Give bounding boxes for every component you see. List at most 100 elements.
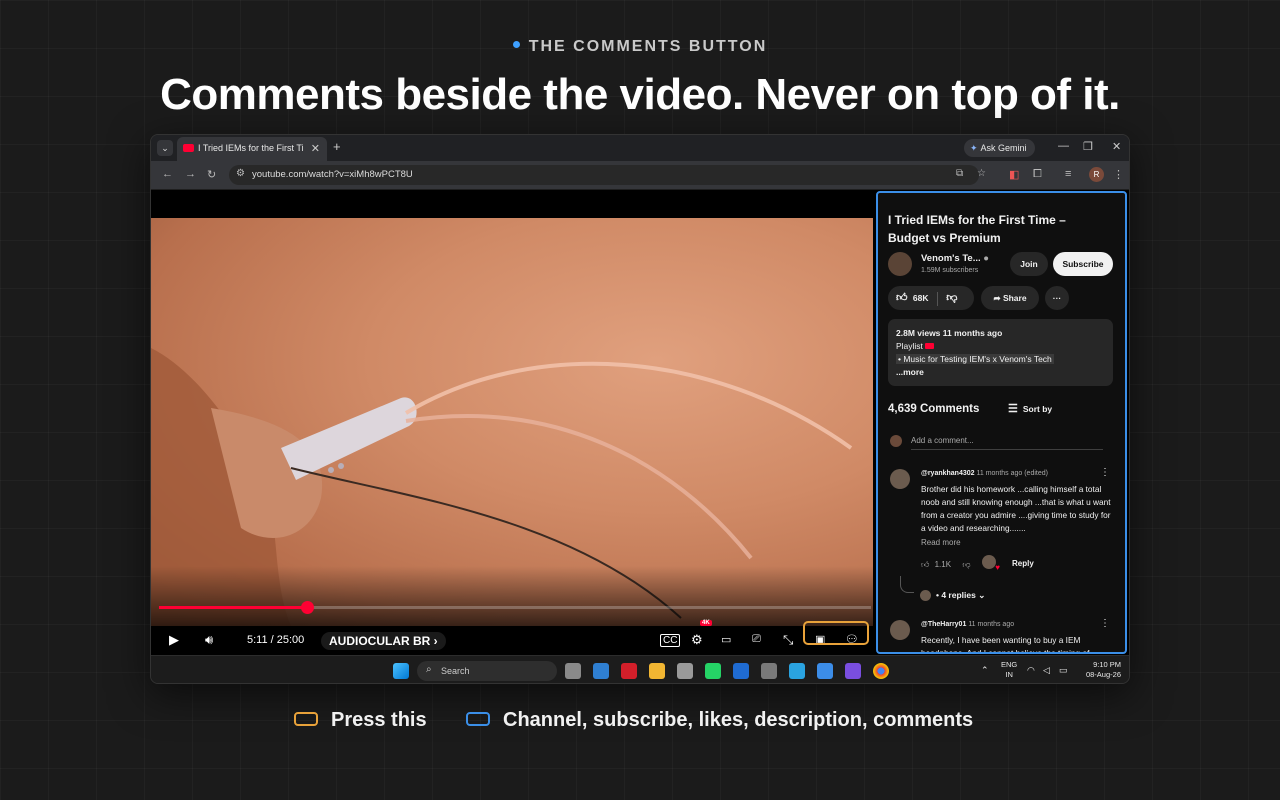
settings-gear-icon[interactable]: ⚙	[691, 632, 703, 648]
view-stats: 2.8M views 11 months ago	[896, 328, 1003, 338]
comment-text: Brother did his homework ...calling hims…	[921, 484, 1111, 533]
clock[interactable]: 9:10 PM 08-Aug-26	[1081, 660, 1121, 680]
speaker-icon[interactable]: ◁	[1043, 665, 1050, 675]
youtube-favicon-icon	[183, 144, 194, 152]
chapter-button[interactable]: AUDIOCULAR BR ›	[321, 632, 446, 650]
clock-date: 08-Aug-26	[1085, 670, 1121, 679]
legend-press-label: Press this	[331, 709, 427, 731]
comment-menu-icon[interactable]: ⋮	[1100, 618, 1110, 629]
eyebrow: THE COMMENTS BUTTON	[0, 38, 1280, 56]
comment-username[interactable]: @TheHarry01	[921, 621, 966, 628]
like-dislike-group: 👍︎ 68K 👎︎	[888, 286, 974, 310]
comment-like-icon[interactable]: 👍︎	[921, 560, 929, 569]
chrome-icon[interactable]	[873, 663, 889, 679]
extension-icon[interactable]: ◧	[1009, 168, 1019, 181]
playlist-link[interactable]: • Music for Testing IEM's x Venom's Tech	[896, 354, 1054, 364]
file-explorer-icon[interactable]	[649, 663, 665, 679]
close-window-button[interactable]: ✕	[1112, 140, 1121, 153]
battery-icon[interactable]: ▭	[1059, 665, 1068, 675]
minimize-button[interactable]: —	[1058, 140, 1069, 152]
open-in-app-icon[interactable]: ⧉	[956, 168, 963, 179]
comment-username[interactable]: @ryankhan4302	[921, 470, 975, 477]
maximize-button[interactable]: ❐	[1083, 140, 1093, 153]
description-more[interactable]: ...more	[896, 367, 924, 377]
progress-scrubber[interactable]	[301, 601, 315, 614]
widgets-icon[interactable]	[593, 663, 609, 679]
tab-youtube[interactable]: I Tried IEMs for the First Time – ✕	[177, 137, 327, 161]
site-info-icon[interactable]: ⚙	[236, 168, 245, 179]
app-l-icon[interactable]	[621, 663, 637, 679]
reload-button[interactable]: ↻	[207, 168, 216, 181]
cast-icon[interactable]: ⎚	[752, 633, 761, 646]
edge-icon[interactable]	[733, 663, 749, 679]
extensions-puzzle-icon[interactable]: ⧠	[1033, 168, 1042, 181]
browser-menu-icon[interactable]: ⋮	[1113, 168, 1124, 181]
notepad-icon[interactable]	[817, 663, 833, 679]
telegram-icon[interactable]	[789, 663, 805, 679]
fullscreen-icon[interactable]: ⤡	[783, 632, 793, 648]
reading-list-icon[interactable]: ≡	[1065, 168, 1071, 180]
controls-gradient	[151, 566, 873, 626]
forward-button[interactable]: →	[185, 168, 196, 180]
thumbs-down-icon[interactable]: 👎︎	[946, 292, 957, 304]
taskbar-search[interactable]: ⌕ Search	[417, 661, 557, 681]
start-button-icon[interactable]	[393, 663, 409, 679]
whatsapp-icon[interactable]	[705, 663, 721, 679]
back-button[interactable]: ←	[162, 168, 173, 180]
video-frame[interactable]	[151, 218, 873, 626]
app-icon[interactable]	[677, 663, 693, 679]
comments-side-panel: I Tried IEMs for the First Time – Budget…	[876, 191, 1127, 654]
comment-meta: 11 months ago (edited)	[976, 470, 1048, 477]
reply-button[interactable]: Reply	[1012, 559, 1034, 568]
current-user-avatar	[890, 435, 902, 447]
commenter-avatar[interactable]	[890, 620, 910, 640]
join-button[interactable]: Join	[1010, 252, 1048, 276]
tray-chevron-icon[interactable]: ⌃	[981, 665, 989, 675]
read-more-link[interactable]: Read more	[921, 538, 961, 547]
share-label: Share	[1002, 293, 1027, 303]
share-icon: ➦	[993, 293, 1001, 303]
tab-close-icon[interactable]: ✕	[311, 142, 320, 155]
play-icon[interactable]: ▶	[169, 632, 179, 648]
bookmark-star-icon[interactable]: ☆	[977, 168, 986, 179]
comment-menu-icon[interactable]: ⋮	[1100, 467, 1110, 478]
share-button[interactable]: ➦ Share	[981, 286, 1039, 310]
creator-heart-icon	[982, 555, 1000, 572]
like-divider	[936, 291, 938, 306]
tab-bar: ⌄ I Tried IEMs for the First Time – ✕ + …	[151, 135, 1129, 161]
commenter-avatar[interactable]	[890, 469, 910, 489]
tab-search-button[interactable]: ⌄	[157, 140, 173, 156]
miniplayer-icon[interactable]: ▭	[721, 633, 731, 646]
sort-by-button[interactable]: ☰ Sort by	[1008, 402, 1052, 415]
add-comment-input[interactable]: Add a comment...	[911, 436, 974, 445]
description-box[interactable]: 2.8M views 11 months ago Playlist • Musi…	[888, 319, 1113, 386]
app-purple-icon[interactable]	[845, 663, 861, 679]
wifi-icon[interactable]: ◠	[1027, 665, 1035, 675]
channel-avatar[interactable]	[888, 252, 912, 276]
comment-dislike-icon[interactable]: 👎︎	[962, 560, 970, 569]
playlist-label: Playlist	[896, 341, 935, 351]
captions-button[interactable]: CC	[660, 634, 681, 647]
press-this-highlight	[803, 621, 869, 645]
like-count[interactable]: 68K	[913, 293, 929, 303]
search-icon: ⌕	[426, 664, 432, 675]
channel-name-text: Venom's Te...	[921, 253, 981, 264]
profile-avatar[interactable]: R	[1089, 167, 1104, 182]
new-tab-button[interactable]: +	[333, 139, 341, 154]
eyebrow-text: THE COMMENTS BUTTON	[528, 38, 768, 55]
replies-toggle[interactable]: • 4 replies ⌄	[936, 590, 985, 601]
task-view-icon[interactable]	[565, 663, 581, 679]
volume-icon[interactable]: 🔊︎	[205, 632, 213, 648]
replies-avatar	[920, 590, 931, 601]
clock-time: 9:10 PM	[1093, 660, 1121, 669]
subscribe-button[interactable]: Subscribe	[1053, 252, 1113, 276]
thumbs-up-icon[interactable]: 👍︎	[896, 292, 908, 304]
more-actions-button[interactable]: ···	[1045, 286, 1069, 310]
replies-label: 4 replies	[941, 590, 976, 600]
language-indicator[interactable]: ENG IN	[1001, 660, 1017, 680]
channel-name[interactable]: Venom's Te... ●	[921, 253, 989, 264]
omnibox[interactable]: ⚙ youtube.com/watch?v=xiMh8wPCT8U ⧉ ☆	[229, 165, 986, 185]
ask-gemini-button[interactable]: ✦ Ask Gemini	[964, 139, 1035, 157]
gemini-spark-icon: ✦	[970, 143, 978, 153]
settings-app-icon[interactable]	[761, 663, 777, 679]
